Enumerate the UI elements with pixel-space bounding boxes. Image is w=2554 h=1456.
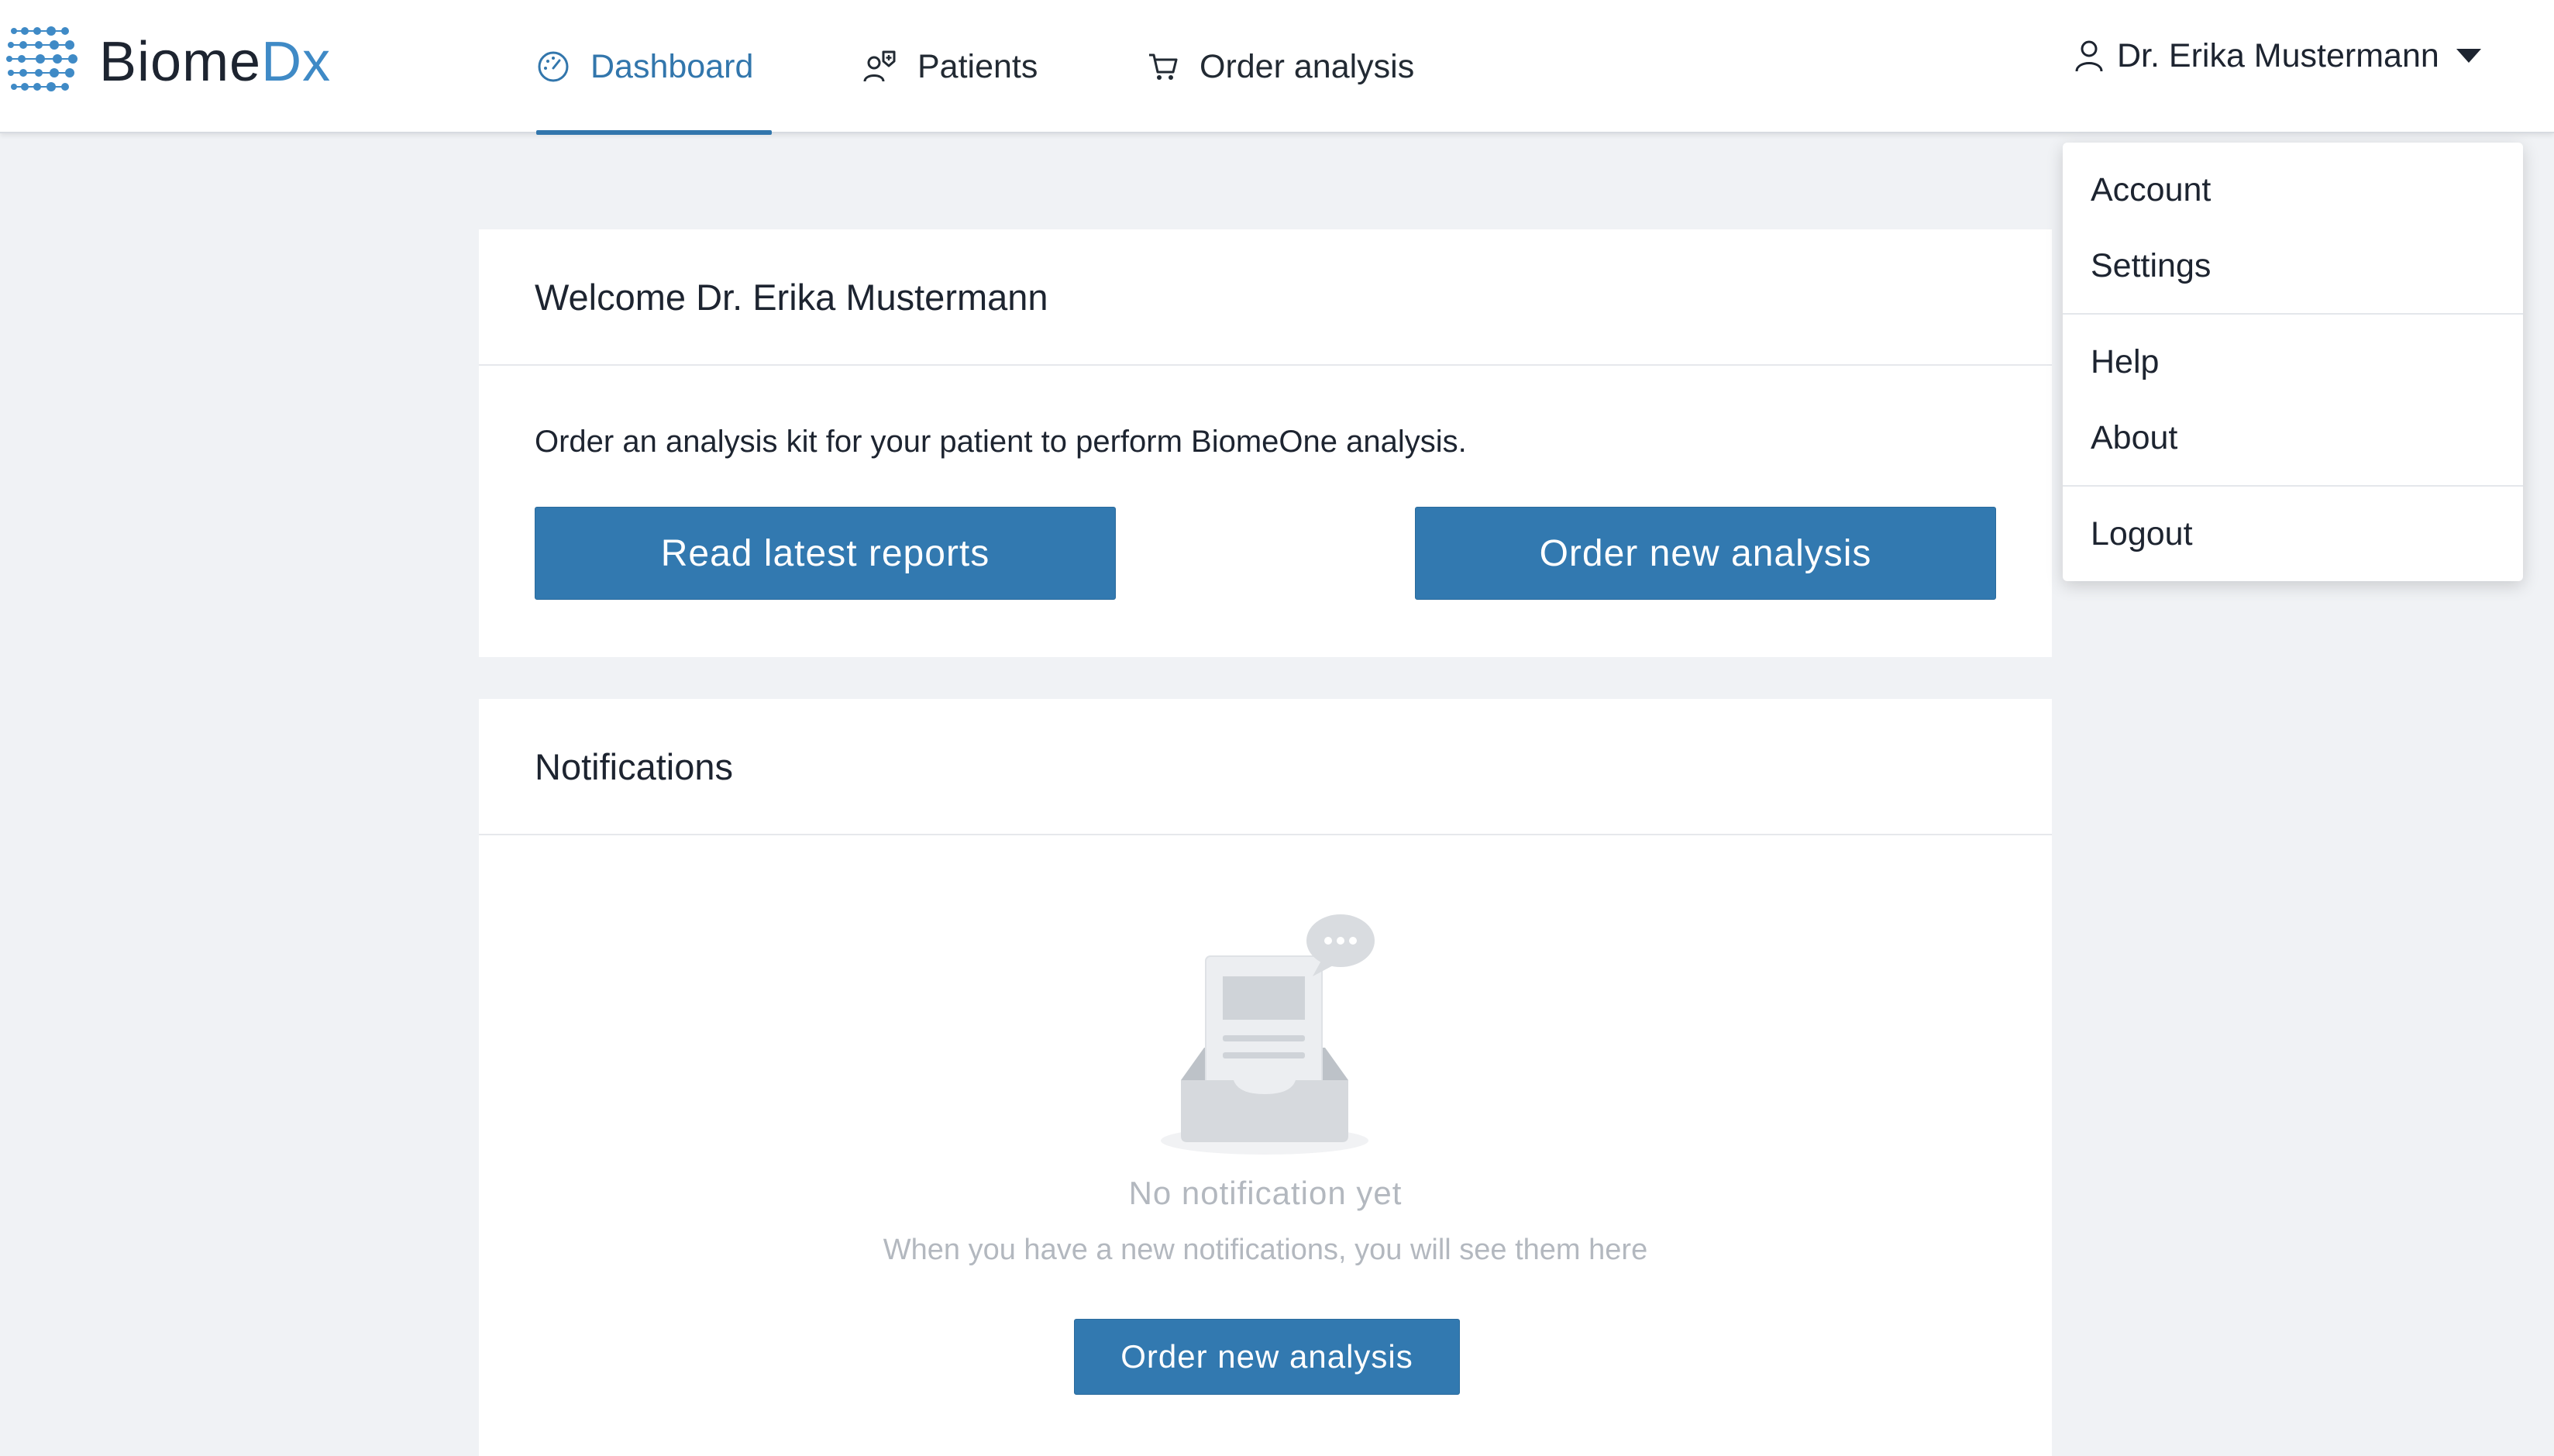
empty-inbox-icon — [1161, 914, 1375, 1155]
notifications-title: Notifications — [535, 745, 733, 787]
user-menu-toggle[interactable]: Dr. Erika Mustermann — [2074, 0, 2481, 112]
menu-item-about[interactable]: About — [2063, 400, 2523, 476]
gauge-icon — [538, 51, 569, 82]
nav-order-analysis-label: Order analysis — [1200, 47, 1415, 85]
menu-divider — [2063, 313, 2523, 315]
user-icon — [2075, 40, 2103, 72]
dna-dots-icon — [6, 26, 77, 91]
menu-item-account[interactable]: Account — [2063, 152, 2523, 228]
brand-name-part1: Biome — [99, 31, 262, 93]
menu-item-settings[interactable]: Settings — [2063, 228, 2523, 304]
empty-state-title: No notification yet — [1128, 1175, 1403, 1211]
top-header: BiomeDx Dashboard Patients Order analysi… — [0, 0, 2554, 135]
notifications-card: Notifications No notification yet When y… — [479, 699, 2052, 1456]
menu-item-help[interactable]: Help — [2063, 324, 2523, 400]
patients-icon — [863, 50, 896, 82]
welcome-card: Welcome Dr. Erika Mustermann Order an an… — [479, 229, 2052, 657]
brand-name: BiomeDx — [99, 34, 331, 90]
chevron-down-icon — [2456, 49, 2481, 63]
user-dropdown-menu: Account Settings Help About Logout — [2063, 143, 2523, 581]
welcome-title: Welcome Dr. Erika Mustermann — [535, 276, 1048, 318]
nav-dashboard[interactable]: Dashboard — [536, 0, 772, 135]
brand-logo[interactable]: BiomeDx — [5, 23, 331, 101]
order-new-analysis-button[interactable]: Order new analysis — [1415, 507, 1996, 600]
menu-item-logout[interactable]: Logout — [2063, 496, 2523, 572]
notifications-card-header: Notifications — [479, 699, 2052, 835]
nav-order-analysis[interactable]: Order analysis — [1147, 0, 1414, 133]
nav-patients-label: Patients — [917, 47, 1038, 85]
nav-patients[interactable]: Patients — [862, 0, 1038, 133]
menu-divider — [2063, 485, 2523, 487]
welcome-intro-text: Order an analysis kit for your patient t… — [535, 425, 1467, 459]
user-name: Dr. Erika Mustermann — [2117, 36, 2439, 74]
empty-state-subtitle: When you have a new notifications, you w… — [883, 1234, 1648, 1266]
order-new-analysis-button-secondary[interactable]: Order new analysis — [1074, 1319, 1460, 1395]
nav-dashboard-label: Dashboard — [590, 47, 754, 85]
brand-name-part2: Dx — [261, 31, 332, 93]
read-latest-reports-button[interactable]: Read latest reports — [535, 507, 1116, 600]
cart-icon — [1149, 53, 1178, 80]
welcome-card-header: Welcome Dr. Erika Mustermann — [479, 229, 2052, 366]
